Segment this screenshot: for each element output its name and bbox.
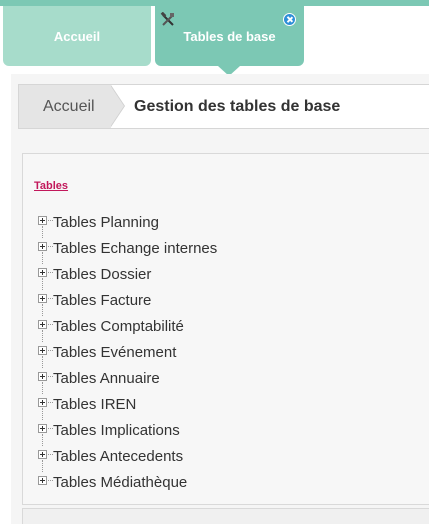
plus-square-icon[interactable] — [38, 476, 47, 485]
plus-square-icon[interactable] — [38, 320, 47, 329]
tree-item-label: Tables Implications — [53, 422, 180, 439]
tab-accueil-label: Accueil — [53, 28, 101, 44]
tree-connector — [42, 278, 43, 290]
tree-item-label: Tables Planning — [53, 214, 159, 231]
close-icon[interactable] — [283, 13, 296, 26]
plus-square-icon[interactable] — [38, 216, 47, 225]
plus-square-icon[interactable] — [38, 450, 47, 459]
tree-connector — [42, 408, 43, 420]
breadcrumb-home-label: Accueil — [43, 97, 95, 115]
tree-item-label: Tables IREN — [53, 396, 137, 413]
page-title: Gestion des tables de base — [134, 97, 341, 115]
tree-connector — [42, 382, 43, 394]
tools-icon — [160, 12, 174, 26]
tree-item-label: Tables Dossier — [53, 266, 152, 283]
tree-connector — [42, 252, 43, 264]
tree-connector — [42, 460, 43, 472]
tree-connector — [42, 356, 43, 368]
tree-connector — [42, 226, 43, 238]
tree-item-label: Tables Antecedents — [53, 448, 184, 465]
tree-item-label: Tables Médiathèque — [53, 474, 188, 491]
tree-item-label: Tables Annuaire — [53, 370, 160, 387]
plus-square-icon[interactable] — [38, 372, 47, 381]
breadcrumb: Accueil Gestion des tables de base — [18, 84, 429, 129]
tree-item-label: Tables Evénement — [53, 344, 177, 361]
plus-square-icon[interactable] — [38, 346, 47, 355]
tree-connector — [42, 434, 43, 446]
plus-square-icon[interactable] — [38, 268, 47, 277]
plus-square-icon[interactable] — [38, 294, 47, 303]
breadcrumb-home[interactable]: Accueil — [19, 85, 111, 128]
tab-tables-label: Tables de base — [183, 28, 276, 44]
tree-item-label: Tables Facture — [53, 292, 152, 309]
tree-item-label: Tables Echange internes — [53, 240, 218, 257]
plus-square-icon[interactable] — [38, 398, 47, 407]
tree-connector — [42, 330, 43, 342]
breadcrumb-separator-fill — [110, 85, 124, 127]
plus-square-icon[interactable] — [38, 424, 47, 433]
tab-tables-de-base[interactable]: Tables de base — [155, 6, 304, 66]
lower-panel — [22, 508, 429, 524]
tab-accueil[interactable]: Accueil — [3, 6, 151, 66]
tables-link[interactable]: Tables — [34, 180, 68, 192]
tables-panel: Tables Tables Planning Tables Echange in… — [22, 153, 429, 505]
plus-square-icon[interactable] — [38, 242, 47, 251]
tree-item-label: Tables Comptabilité — [53, 318, 184, 335]
tree-connector — [42, 304, 43, 316]
